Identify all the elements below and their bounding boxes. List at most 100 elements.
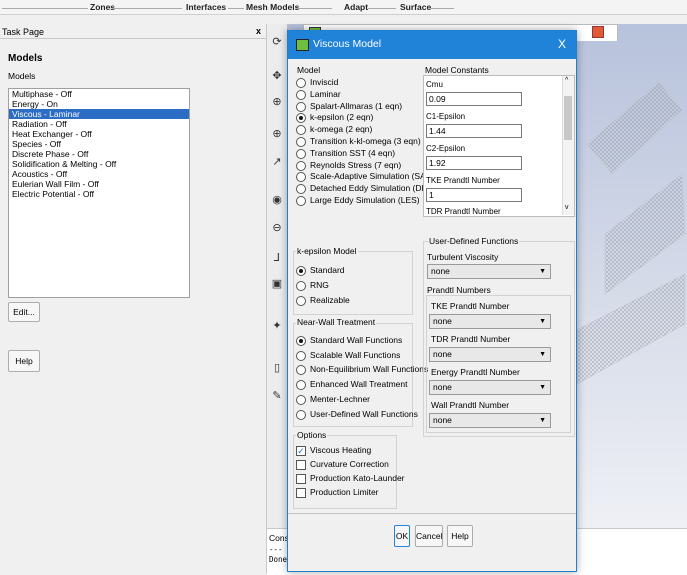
model-radio[interactable] (296, 137, 306, 147)
model-option-label[interactable]: Transition k-kl-omega (3 eqn) (310, 136, 421, 146)
ribbon-surface[interactable]: Surface (400, 2, 431, 12)
model-radio[interactable] (296, 196, 306, 206)
dialog-title-bar[interactable]: Viscous Model X (288, 31, 576, 59)
zoom-out-icon[interactable]: ⊖ (271, 222, 283, 234)
constant-value-field[interactable]: 1.44 (426, 124, 522, 138)
cancel-button[interactable]: Cancel (415, 525, 443, 547)
model-radio[interactable] (296, 78, 306, 88)
kepsilon-option-label[interactable]: Realizable (310, 295, 350, 305)
model-list-item[interactable]: Energy - On (9, 99, 189, 109)
model-list-item[interactable]: Electric Potential - Off (9, 189, 189, 199)
option-label[interactable]: Curvature Correction (310, 459, 389, 469)
model-list-item[interactable]: Species - Off (9, 139, 189, 149)
model-list-item[interactable]: Solidification & Melting - Off (9, 159, 189, 169)
scroll-thumb[interactable] (564, 96, 572, 140)
near-wall-option-label[interactable]: Enhanced Wall Treatment (310, 379, 407, 389)
scroll-up-icon[interactable]: ^ (565, 77, 568, 84)
model-radio[interactable] (296, 184, 306, 195)
model-option-label[interactable]: Large Eddy Simulation (LES) (310, 195, 420, 205)
model-list-item[interactable]: Viscous - Laminar (9, 109, 189, 119)
model-option-label[interactable]: Laminar (310, 89, 341, 99)
model-list-item[interactable]: Eulerian Wall Film - Off (9, 179, 189, 189)
model-option-label[interactable]: k-epsilon (2 eqn) (310, 112, 373, 122)
constants-scrollbar[interactable]: ^ v (562, 76, 574, 215)
model-radio[interactable] (296, 113, 306, 124)
probe-icon[interactable]: ↗ (271, 156, 283, 168)
constant-value-field[interactable]: 0.09 (426, 92, 522, 106)
kepsilon-radio[interactable] (296, 296, 306, 306)
model-list-item[interactable]: Heat Exchanger - Off (9, 129, 189, 139)
model-option-label[interactable]: k-omega (2 eqn) (310, 124, 372, 134)
constant-value-field[interactable]: 1.92 (426, 156, 522, 170)
models-list[interactable]: Multiphase - Off Energy - On Viscous - Lam… (8, 88, 190, 298)
rotate-icon[interactable]: ⟳ (271, 36, 283, 48)
prandtl-select-value: none (433, 415, 452, 425)
model-list-item[interactable]: Radiation - Off (9, 119, 189, 129)
near-wall-option-label[interactable]: User-Defined Wall Functions (310, 409, 418, 419)
copy-icon[interactable]: ▯ (271, 362, 283, 374)
prandtl-select[interactable]: none ▼ (429, 380, 551, 395)
model-option-label[interactable]: Reynolds Stress (7 eqn) (310, 160, 401, 170)
option-label[interactable]: Production Kato-Launder (310, 473, 405, 483)
option-label[interactable]: Viscous Heating (310, 445, 371, 455)
option-checkbox[interactable]: ✓ (296, 446, 306, 456)
near-wall-option-label[interactable]: Scalable Wall Functions (310, 350, 400, 360)
option-checkbox[interactable] (296, 488, 306, 498)
view-icon[interactable]: ▣ (271, 278, 283, 290)
option-label[interactable]: Production Limiter (310, 487, 379, 497)
kepsilon-radio[interactable] (296, 281, 306, 291)
graphics-tab-close-icon[interactable] (592, 26, 604, 38)
model-list-item[interactable]: Multiphase - Off (9, 89, 189, 99)
edit-icon[interactable]: ✎ (271, 390, 283, 402)
edit-button[interactable]: Edit... (8, 302, 40, 322)
model-radio[interactable] (296, 101, 306, 112)
render-icon[interactable]: ✦ (271, 320, 283, 332)
zoom-in-icon[interactable]: ⊕ (271, 96, 283, 108)
near-wall-option-label[interactable]: Menter-Lechner (310, 394, 370, 404)
option-checkbox[interactable] (296, 474, 306, 484)
model-radio[interactable] (296, 125, 306, 136)
ribbon-mesh-models[interactable]: Mesh Models (246, 2, 299, 12)
model-radio[interactable] (296, 89, 306, 100)
help-button[interactable]: Help (8, 350, 40, 372)
model-list-item[interactable]: Discrete Phase - Off (9, 149, 189, 159)
ribbon-zones[interactable]: Zones (90, 2, 115, 12)
ribbon-adapt[interactable]: Adapt (344, 2, 368, 12)
prandtl-select[interactable]: none ▼ (429, 314, 551, 329)
model-radio[interactable] (296, 172, 306, 183)
scroll-down-icon[interactable]: v (565, 204, 569, 211)
fit-icon[interactable]: ◉ (271, 194, 283, 206)
model-option-label[interactable]: Scale-Adaptive Simulation (SAS) (310, 171, 434, 181)
prandtl-select[interactable]: none ▼ (429, 413, 551, 428)
ok-button[interactable]: OK (394, 525, 410, 547)
model-option-label[interactable]: Spalart-Allmaras (1 eqn) (310, 101, 402, 111)
option-checkbox[interactable] (296, 460, 306, 470)
model-constants-list[interactable]: Cmu 0.09 C1-Epsilon 1.44 C2-Epsilon 1.92 TKE P… (423, 75, 575, 217)
graphics-toolbar: ⟳ ✥ ⊕ ⊕ ↗ ◉ ⊖ ⅃ ▣ ✦ ▯ ✎ (267, 24, 287, 534)
dialog-help-button[interactable]: Help (447, 525, 473, 547)
near-wall-option-label[interactable]: Non-Equilibrium Wall Functions (310, 364, 428, 374)
model-option-label[interactable]: Transition SST (4 eqn) (310, 148, 395, 158)
turbulent-viscosity-select[interactable]: none ▼ (427, 264, 551, 279)
near-wall-option-label[interactable]: Standard Wall Functions (310, 335, 402, 345)
near-wall-radio[interactable] (296, 394, 306, 405)
near-wall-radio[interactable] (296, 336, 306, 346)
near-wall-radio[interactable] (296, 350, 306, 361)
pan-icon[interactable]: ✥ (271, 70, 283, 82)
near-wall-radio[interactable] (296, 409, 306, 420)
axes-icon[interactable]: ⅃ (271, 252, 283, 264)
dialog-close-icon[interactable]: X (558, 37, 566, 51)
prandtl-select[interactable]: none ▼ (429, 347, 551, 362)
model-radio[interactable] (296, 148, 306, 159)
model-list-item[interactable]: Acoustics - Off (9, 169, 189, 179)
kepsilon-option-label[interactable]: Standard (310, 265, 345, 275)
model-option-label[interactable]: Detached Eddy Simulation (DES) (310, 183, 436, 193)
ribbon-interfaces[interactable]: Interfaces (186, 2, 226, 12)
zoom-box-icon[interactable]: ⊕ (271, 128, 283, 140)
model-option-label[interactable]: Inviscid (310, 77, 338, 87)
kepsilon-option-label[interactable]: RNG (310, 280, 329, 290)
kepsilon-radio[interactable] (296, 266, 306, 276)
task-page-close-icon[interactable]: x (256, 26, 261, 36)
constant-value-field[interactable]: 1 (426, 188, 522, 202)
model-radio[interactable] (296, 160, 306, 171)
